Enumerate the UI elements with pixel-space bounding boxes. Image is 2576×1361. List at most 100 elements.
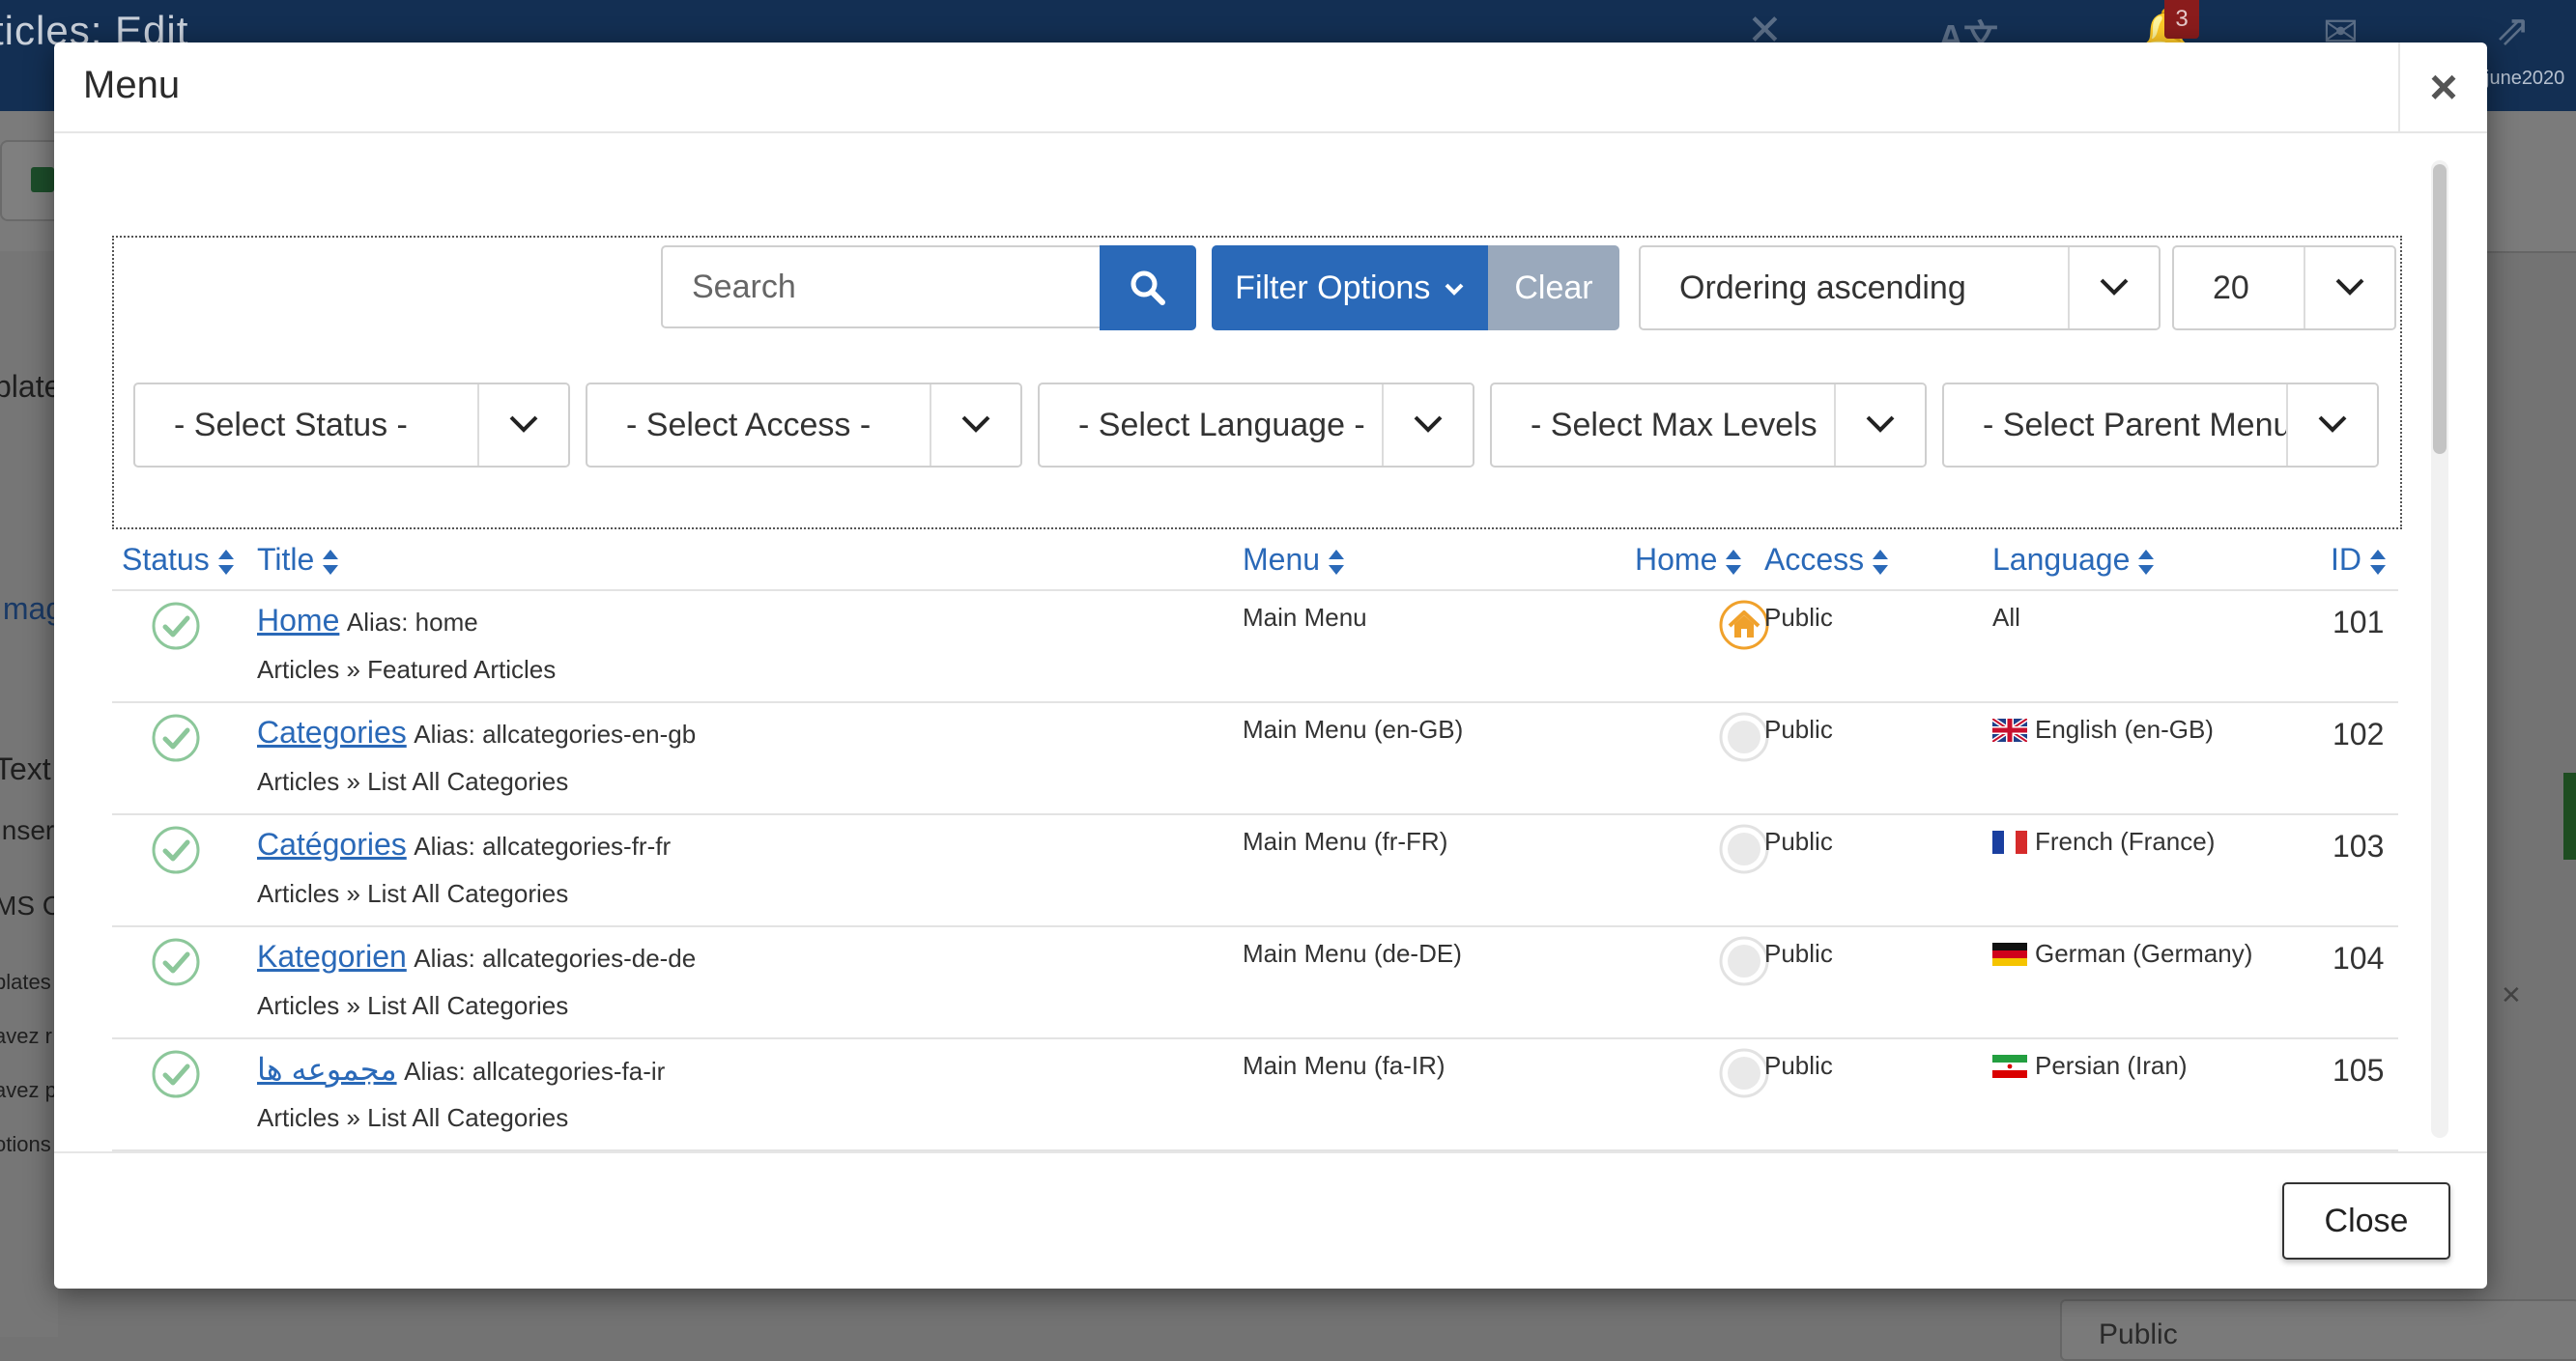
published-check-icon[interactable] bbox=[151, 601, 201, 651]
home-default-icon bbox=[1718, 599, 1770, 651]
access-level: Public bbox=[1764, 1051, 1833, 1080]
chevron-down-icon bbox=[1834, 384, 1925, 466]
sort-icon bbox=[2138, 549, 2155, 575]
menu-name: Main Menu bbox=[1243, 603, 1367, 632]
sort-icon bbox=[1726, 549, 1742, 575]
menu-item-path: Articles » List All Categories bbox=[257, 1103, 569, 1132]
search-button[interactable] bbox=[1100, 245, 1196, 330]
max-levels-select[interactable]: - Select Max Levels bbox=[1490, 383, 1927, 468]
bg-close-icon[interactable]: ✕ bbox=[2501, 980, 2522, 1010]
language-name: English (en-GB) bbox=[2035, 715, 2214, 744]
menu-modal: Menu × Search Filter Options Clear Order… bbox=[54, 43, 2487, 1289]
column-header-home[interactable]: Home bbox=[1635, 529, 1742, 589]
menu-name: Main Menu (fr-FR) bbox=[1243, 827, 1448, 856]
column-header-status[interactable]: Status bbox=[122, 529, 235, 589]
search-input[interactable]: Search bbox=[661, 245, 1102, 328]
menu-item-link[interactable]: Catégories bbox=[257, 827, 407, 862]
published-check-icon[interactable] bbox=[151, 937, 201, 987]
sort-icon bbox=[1329, 549, 1345, 575]
column-header-language[interactable]: Language bbox=[1992, 529, 2155, 589]
ordering-select[interactable]: Ordering ascending bbox=[1639, 245, 2161, 330]
home-not-default-icon bbox=[1718, 711, 1770, 763]
menu-item-link[interactable]: Kategorien bbox=[257, 939, 407, 974]
item-id: 103 bbox=[2333, 829, 2385, 864]
parent-menu-select[interactable]: - Select Parent Menu - bbox=[1942, 383, 2379, 468]
bg-text: plate bbox=[0, 369, 62, 404]
language-select[interactable]: - Select Language - bbox=[1038, 383, 1474, 468]
chevron-down-icon bbox=[930, 384, 1020, 466]
chevron-down-icon bbox=[2304, 247, 2394, 328]
menu-item-path: Articles » List All Categories bbox=[257, 767, 569, 796]
limit-select[interactable]: 20 bbox=[2172, 245, 2396, 330]
language-name: Persian (Iran) bbox=[2035, 1051, 2188, 1080]
item-id: 102 bbox=[2333, 717, 2385, 751]
title-cell: Home Alias: home bbox=[257, 603, 478, 638]
search-icon bbox=[1131, 270, 1165, 305]
username: june2020 bbox=[2485, 68, 2565, 89]
language-name: French (France) bbox=[2035, 827, 2216, 856]
chevron-down-icon bbox=[2068, 247, 2159, 328]
modal-body: Search Filter Options Clear Ordering asc… bbox=[54, 133, 2487, 1151]
flag-ir-icon bbox=[1992, 1055, 2027, 1078]
modal-title: Menu bbox=[83, 64, 181, 106]
table-row: Catégories Alias: allcategories-fr-fr Art… bbox=[112, 813, 2398, 927]
table-row: Home Alias: home Articles » Featured Arti… bbox=[112, 589, 2398, 703]
save-icon bbox=[31, 167, 54, 192]
access-level: Public bbox=[1764, 827, 1833, 856]
external-link-icon[interactable]: ⇗ bbox=[2495, 6, 2531, 55]
menu-item-link[interactable]: Categories bbox=[257, 715, 407, 750]
modal-close-icon[interactable]: × bbox=[2398, 43, 2487, 131]
published-check-icon[interactable] bbox=[151, 1049, 201, 1099]
item-id: 104 bbox=[2333, 941, 2385, 976]
access-level: Public bbox=[1764, 603, 1833, 632]
sort-icon bbox=[2370, 549, 2386, 575]
close-button[interactable]: Close bbox=[2282, 1182, 2450, 1260]
language-cell: German (Germany) bbox=[1992, 939, 2252, 969]
item-id: 101 bbox=[2333, 605, 2385, 639]
clear-button[interactable]: Clear bbox=[1488, 245, 1619, 330]
menu-item-link[interactable]: Home bbox=[257, 603, 339, 638]
sort-icon bbox=[323, 549, 339, 575]
alias-text: Alias: allcategories-en-gb bbox=[414, 720, 697, 749]
column-header-title[interactable]: Title bbox=[257, 529, 339, 589]
menu-name: Main Menu (de-DE) bbox=[1243, 939, 1462, 968]
filter-panel: Search Filter Options Clear Ordering asc… bbox=[112, 236, 2402, 529]
access-level: Public bbox=[1764, 939, 1833, 968]
column-header-menu[interactable]: Menu bbox=[1243, 529, 1345, 589]
table-row: Categories Alias: allcategories-en-gb Art… bbox=[112, 701, 2398, 815]
status-select[interactable]: - Select Status - bbox=[133, 383, 570, 468]
table-header: Status Title Menu Home Access Language I… bbox=[112, 529, 2398, 591]
access-select[interactable]: - Select Access - bbox=[586, 383, 1022, 468]
language-name: All bbox=[1992, 603, 2020, 632]
modal-footer: Close bbox=[54, 1151, 2487, 1289]
scrollbar-thumb[interactable] bbox=[2433, 164, 2447, 454]
published-check-icon[interactable] bbox=[151, 825, 201, 875]
column-header-access[interactable]: Access bbox=[1764, 529, 1889, 589]
chevron-down-icon bbox=[2286, 384, 2377, 466]
language-cell: English (en-GB) bbox=[1992, 715, 2214, 745]
title-cell: Kategorien Alias: allcategories-de-de bbox=[257, 939, 696, 975]
flag-de-icon bbox=[1992, 943, 2027, 966]
chevron-down-icon bbox=[477, 384, 568, 466]
menu-item-link[interactable]: مجموعه ها bbox=[257, 1052, 397, 1087]
bg-access-select[interactable]: Public bbox=[2060, 1299, 2576, 1361]
flag-fr-icon bbox=[1992, 831, 2027, 854]
filter-options-button[interactable]: Filter Options bbox=[1212, 245, 1488, 330]
modal-header: Menu × bbox=[54, 43, 2487, 133]
bg-text: Text bbox=[0, 751, 51, 786]
menu-item-path: Articles » Featured Articles bbox=[257, 655, 557, 684]
home-not-default-icon bbox=[1718, 1047, 1770, 1099]
bg-text: avez r bbox=[0, 1024, 52, 1048]
alias-text: Alias: allcategories-fr-fr bbox=[414, 832, 672, 861]
column-header-id[interactable]: ID bbox=[2331, 529, 2387, 589]
language-cell: French (France) bbox=[1992, 827, 2215, 857]
flag-gb-icon bbox=[1992, 719, 2027, 742]
language-name: German (Germany) bbox=[2035, 939, 2253, 968]
background-left-column bbox=[0, 251, 58, 1337]
bg-accent-bar bbox=[2563, 773, 2576, 860]
published-check-icon[interactable] bbox=[151, 713, 201, 763]
menu-item-path: Articles » List All Categories bbox=[257, 991, 569, 1020]
table-row: Kategorien Alias: allcategories-de-de Art… bbox=[112, 925, 2398, 1039]
title-cell: مجموعه ها Alias: allcategories-fa-ir bbox=[257, 1051, 665, 1088]
sort-icon bbox=[217, 549, 234, 575]
